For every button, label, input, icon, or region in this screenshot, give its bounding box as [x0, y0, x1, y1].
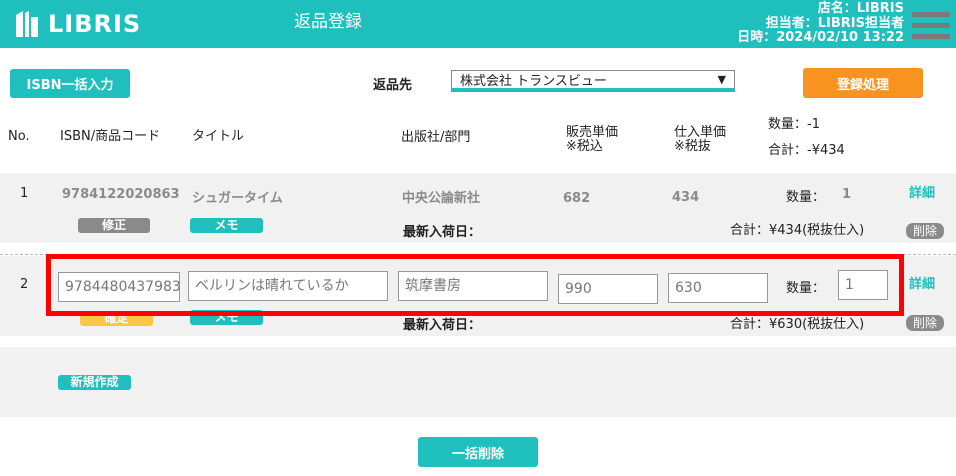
row-arrival-date-label: 最新入荷日：: [403, 225, 482, 240]
delete-button[interactable]: 削除: [906, 315, 944, 331]
header-no: No.: [8, 129, 30, 144]
row-sum: 合計：¥434(税抜仕入): [730, 223, 865, 238]
row-isbn: 9784122020863: [62, 187, 180, 202]
row-title: シュガータイム: [192, 191, 283, 206]
fix-button[interactable]: 修正: [78, 218, 150, 233]
row-sale-price: 682: [563, 191, 591, 206]
register-button[interactable]: 登録処理: [803, 68, 923, 98]
qty-input[interactable]: 1: [838, 270, 888, 300]
return-destination-select[interactable]: 株式会社 トランスビュー ▼: [451, 70, 735, 92]
header-cost-price: 仕入単価 ※税抜: [674, 126, 726, 154]
detail-link[interactable]: 詳細: [909, 273, 935, 292]
header-sale-price-line2: ※税込: [566, 139, 603, 154]
app-header: LIBRIS 返品登録 店名：LIBRIS 担当者：LIBRIS担当者 日時：2…: [0, 0, 956, 48]
row-qty-label: 数量：: [786, 190, 826, 205]
new-create-button[interactable]: 新規作成: [58, 375, 131, 390]
header-sum-total: 合計：-¥434: [768, 143, 845, 158]
row-divider: [0, 254, 956, 255]
title-input[interactable]: ベルリンは晴れているか: [188, 271, 388, 301]
header-qty-total: 数量：-1: [768, 117, 820, 132]
staff-name: 担当者：LIBRIS担当者: [765, 15, 904, 31]
cost-price-input[interactable]: 630: [668, 273, 768, 303]
isbn-input[interactable]: 9784480437983: [58, 272, 181, 302]
return-destination-label: 返品先: [373, 78, 413, 93]
publisher-input[interactable]: 筑摩書房: [398, 271, 548, 301]
row-arrival-date-label: 最新入荷日：: [403, 318, 482, 333]
detail-link[interactable]: 詳細: [909, 182, 935, 201]
logo-text: LIBRIS: [48, 10, 142, 38]
header-sale-price-line1: 販売単価: [566, 125, 619, 140]
memo-button[interactable]: メモ: [190, 310, 263, 325]
store-name: 店名：LIBRIS: [817, 1, 904, 16]
isbn-bulk-input-button[interactable]: ISBN一括入力: [10, 69, 130, 98]
row-no: 2: [20, 277, 29, 292]
memo-button[interactable]: メモ: [190, 218, 263, 233]
delete-button[interactable]: 削除: [906, 223, 944, 239]
header-title: タイトル: [192, 129, 245, 144]
store-info: 店名：LIBRIS 担当者：LIBRIS担当者 日時：2024/02/10 13…: [737, 1, 904, 46]
row-qty: 1: [842, 187, 852, 202]
sale-price-input[interactable]: 990: [558, 274, 658, 304]
bulk-delete-button[interactable]: 一括削除: [418, 437, 538, 467]
row-sum: 合計：¥630(税抜仕入): [730, 317, 865, 332]
chevron-down-icon: ▼: [717, 73, 726, 86]
new-row-area: [0, 347, 956, 417]
datetime: 日時：2024/02/10 13:22: [737, 30, 904, 45]
hamburger-menu-icon[interactable]: [912, 12, 950, 46]
logo: LIBRIS: [14, 9, 141, 39]
page-title: 返品登録: [294, 12, 362, 32]
header-cost-price-line1: 仕入単価: [674, 125, 727, 140]
header-cost-price-line2: ※税抜: [674, 139, 711, 154]
header-sale-price: 販売単価 ※税込: [566, 126, 618, 154]
header-publisher: 出版社/部門: [401, 130, 471, 145]
return-destination-value: 株式会社 トランスビュー: [460, 74, 607, 89]
row-cost-price: 434: [672, 190, 700, 205]
row-qty-label: 数量：: [786, 281, 826, 296]
confirm-button[interactable]: 確定: [80, 311, 153, 326]
libris-logo-icon: [16, 11, 38, 37]
header-isbn: ISBN/商品コード: [60, 129, 161, 144]
row-publisher: 中央公論新社: [402, 191, 481, 206]
row-no: 1: [20, 186, 29, 201]
